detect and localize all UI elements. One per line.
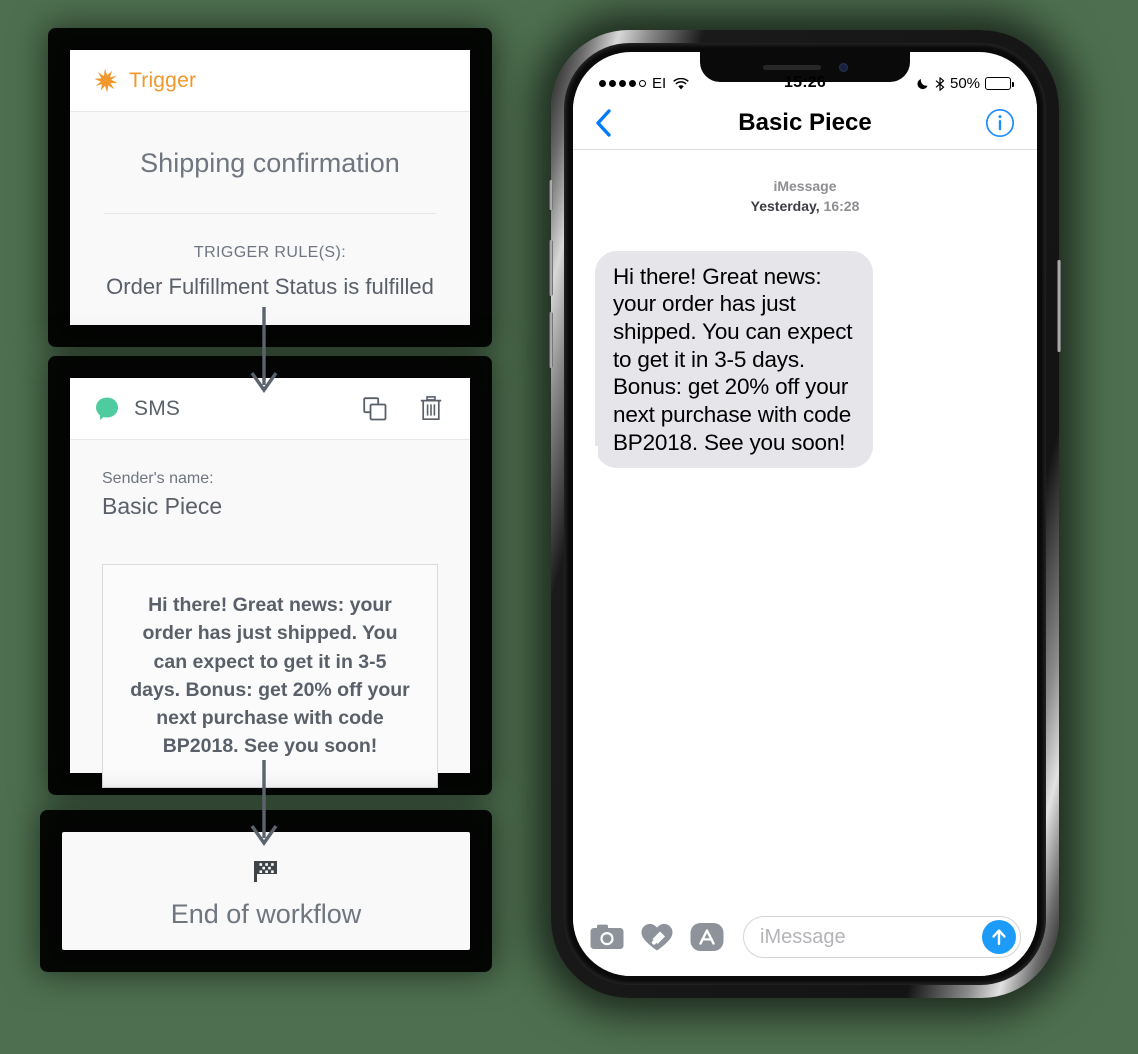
iphone-mockup: EI 15:26 50% Basic Piece iMessage Yester… <box>549 30 1061 998</box>
end-of-workflow-label: End of workflow <box>170 898 362 929</box>
wifi-icon <box>673 77 689 89</box>
trigger-card-title: Trigger <box>129 68 197 92</box>
message-row-incoming: Hi there! Great news: your order has jus… <box>586 250 1015 469</box>
trigger-card-header: Trigger <box>70 50 470 112</box>
speech-bubble-icon <box>96 397 118 420</box>
sms-card[interactable]: SMS Sender's name: Basic Piece Hi there!… <box>70 378 470 788</box>
sms-message-preview: Hi there! Great news: your order has jus… <box>102 564 438 788</box>
status-bar-left: EI <box>599 75 784 92</box>
volume-down-button[interactable] <box>549 312 553 368</box>
status-bar-right: 50% <box>826 75 1015 92</box>
message-time-clock: 16:28 <box>823 198 860 215</box>
phone-bezel: EI 15:26 50% Basic Piece iMessage Yester… <box>564 43 1046 985</box>
camera-icon <box>590 924 624 949</box>
trigger-name: Shipping confirmation <box>140 148 400 178</box>
digital-touch-button[interactable] <box>639 919 675 955</box>
message-timestamp: iMessage Yesterday, 16:28 <box>595 176 1015 217</box>
messages-nav-bar: Basic Piece <box>573 96 1037 150</box>
sender-name-label: Sender's name: <box>102 470 214 487</box>
duplicate-icon <box>363 396 387 420</box>
battery-percent-label: 50% <box>949 75 981 92</box>
screenshot-root: Trigger Shipping confirmation TRIGGER RU… <box>0 0 1138 1054</box>
trigger-card[interactable]: Trigger Shipping confirmation TRIGGER RU… <box>70 50 470 325</box>
volume-up-button[interactable] <box>549 240 553 296</box>
send-arrow-up-icon <box>992 929 1006 946</box>
message-time-label: Yesterday, 16:28 <box>595 196 1015 216</box>
trigger-rules-label: TRIGGER RULE(S): <box>193 244 347 261</box>
sms-sender-block: Sender's name: Basic Piece Hi there! Gre… <box>70 440 470 788</box>
silent-switch[interactable] <box>549 180 553 210</box>
message-input-wrapper[interactable]: iMessage <box>743 916 1021 958</box>
send-button[interactable] <box>982 920 1016 954</box>
digital-touch-heart-icon <box>641 923 673 951</box>
connector-arrow-sms-to-end <box>246 760 282 846</box>
camera-button[interactable] <box>589 919 625 955</box>
phone-screen: EI 15:26 50% Basic Piece iMessage Yester… <box>573 52 1037 976</box>
duplicate-button[interactable] <box>358 392 392 426</box>
trash-icon <box>420 396 442 421</box>
battery-icon <box>985 77 1015 90</box>
sender-name-value: Basic Piece <box>102 493 223 519</box>
message-bubble[interactable]: Hi there! Great news: your order has jus… <box>586 250 873 469</box>
info-circle-icon <box>985 108 1015 137</box>
status-bar-time: 15:26 <box>784 74 826 91</box>
starburst-icon <box>94 68 118 93</box>
status-bar: EI 15:26 50% <box>573 52 1037 96</box>
conversation-area: iMessage Yesterday, 16:28 Hi there! Grea… <box>573 150 1037 898</box>
message-service-label: iMessage <box>773 178 837 194</box>
trigger-rules-value: Order Fulfillment Status is fulfilled <box>106 274 434 299</box>
message-time-day: Yesterday, <box>750 198 820 215</box>
do-not-disturb-moon-icon <box>917 78 928 90</box>
checkered-flag-icon <box>254 860 277 882</box>
bluetooth-icon <box>935 76 945 91</box>
back-button[interactable] <box>595 108 629 137</box>
app-store-button[interactable] <box>689 919 725 955</box>
app-store-icon <box>690 923 724 951</box>
carrier-name: EI <box>652 75 667 92</box>
signal-strength-icon <box>599 80 646 87</box>
trigger-card-body: Shipping confirmation TRIGGER RULE(S): O… <box>70 112 470 325</box>
connector-arrow-trigger-to-sms <box>246 307 282 393</box>
back-chevron-icon <box>596 108 611 137</box>
sms-card-title: SMS <box>134 396 181 420</box>
end-of-workflow-card[interactable]: End of workflow <box>62 832 470 950</box>
delete-button[interactable] <box>414 392 448 426</box>
end-card-inner: End of workflow <box>62 832 470 950</box>
message-input-placeholder: iMessage <box>760 925 846 948</box>
power-button[interactable] <box>1057 260 1061 352</box>
message-toolbar: iMessage <box>573 898 1037 976</box>
workflow-column: Trigger Shipping confirmation TRIGGER RU… <box>0 0 520 1054</box>
sms-card-body: Sender's name: Basic Piece Hi there! Gre… <box>70 440 470 788</box>
conversation-title: Basic Piece <box>738 108 872 136</box>
info-button[interactable] <box>981 108 1015 138</box>
